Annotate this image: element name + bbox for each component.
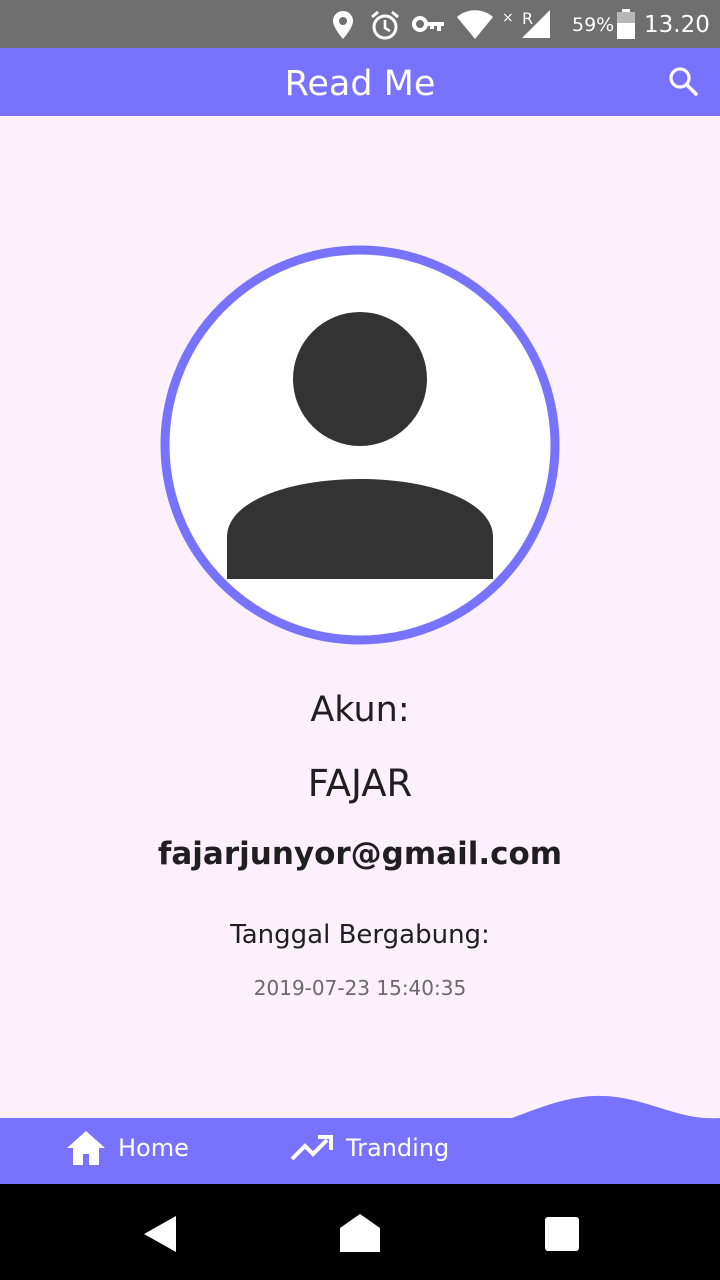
nav-item-home[interactable]: Home (66, 1126, 189, 1170)
search-icon[interactable] (662, 60, 706, 104)
join-date-value: 2019-07-23 15:40:35 (253, 976, 467, 1000)
join-date-label: Tanggal Bergabung: (230, 920, 490, 950)
vpn-key-icon (412, 16, 444, 32)
home-icon (67, 1131, 105, 1165)
nav-item-label: Home (118, 1134, 189, 1162)
signal-icon: × R (502, 9, 550, 38)
location-icon (333, 11, 353, 39)
bottom-navigation: Home Tranding (0, 1090, 720, 1184)
account-name: FAJAR (307, 762, 413, 805)
wifi-icon (457, 10, 493, 39)
recents-icon[interactable] (540, 1212, 584, 1256)
nav-item-label: Tranding (346, 1134, 450, 1162)
svg-text:R: R (522, 9, 533, 28)
alarm-icon (371, 10, 399, 40)
battery-icon (617, 9, 635, 39)
person-icon (160, 245, 560, 645)
svg-text:×: × (502, 10, 514, 26)
home-nav-icon[interactable] (338, 1212, 382, 1256)
page-title: Read Me (284, 64, 436, 104)
clock: 13.20 (644, 12, 710, 38)
system-navigation-bar (0, 1184, 720, 1280)
battery-percent: 59% (572, 14, 615, 36)
app-bar: Read Me (0, 48, 720, 116)
status-bar: × R 59% 13.20 (0, 0, 720, 48)
nav-item-trending[interactable]: Tranding (290, 1126, 449, 1170)
account-email: fajarjunyor@gmail.com (157, 836, 563, 872)
trending-up-icon (290, 1135, 333, 1161)
back-icon[interactable] (138, 1212, 182, 1256)
account-label: Akun: (310, 690, 410, 730)
